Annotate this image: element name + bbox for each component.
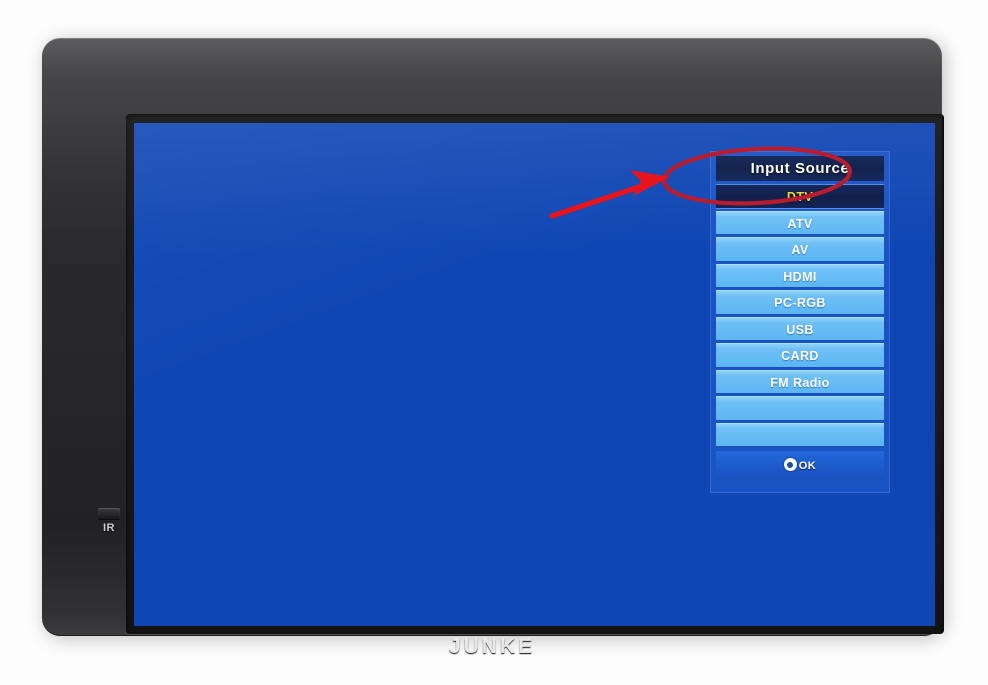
- menu-item-card[interactable]: CARD: [716, 343, 884, 368]
- menu-item-atv[interactable]: ATV: [716, 210, 884, 235]
- tv-screen: Input Source DTV ATV AV HDMI PC-RGB USB …: [134, 123, 935, 626]
- menu-item-usb[interactable]: USB: [716, 316, 884, 341]
- menu-item-empty-1[interactable]: [716, 396, 884, 421]
- menu-item-empty-2[interactable]: [716, 422, 884, 447]
- input-source-menu-title: Input Source: [716, 156, 884, 181]
- ok-button-label: OK: [798, 460, 817, 472]
- menu-item-av[interactable]: AV: [716, 237, 884, 262]
- menu-item-dtv[interactable]: DTV: [716, 184, 884, 209]
- tv-chassis: Input Source DTV ATV AV HDMI PC-RGB USB …: [42, 38, 944, 658]
- ok-target-icon: [783, 458, 797, 471]
- menu-item-hdmi[interactable]: HDMI: [716, 263, 884, 288]
- ir-sensor-window: [98, 508, 120, 519]
- input-source-menu[interactable]: Input Source DTV ATV AV HDMI PC-RGB USB …: [710, 151, 890, 493]
- screenshot-stage: Input Source DTV ATV AV HDMI PC-RGB USB …: [0, 0, 988, 685]
- ok-confirm-button[interactable]: OK: [716, 451, 884, 481]
- brand-logo: JUNKE: [448, 635, 536, 658]
- ir-sensor: IR: [96, 508, 122, 550]
- ir-sensor-label: IR: [103, 522, 115, 534]
- menu-item-pc-rgb[interactable]: PC-RGB: [716, 290, 884, 315]
- menu-item-fm-radio[interactable]: FM Radio: [716, 369, 884, 394]
- input-source-list[interactable]: DTV ATV AV HDMI PC-RGB USB CARD FM Radio: [716, 184, 884, 447]
